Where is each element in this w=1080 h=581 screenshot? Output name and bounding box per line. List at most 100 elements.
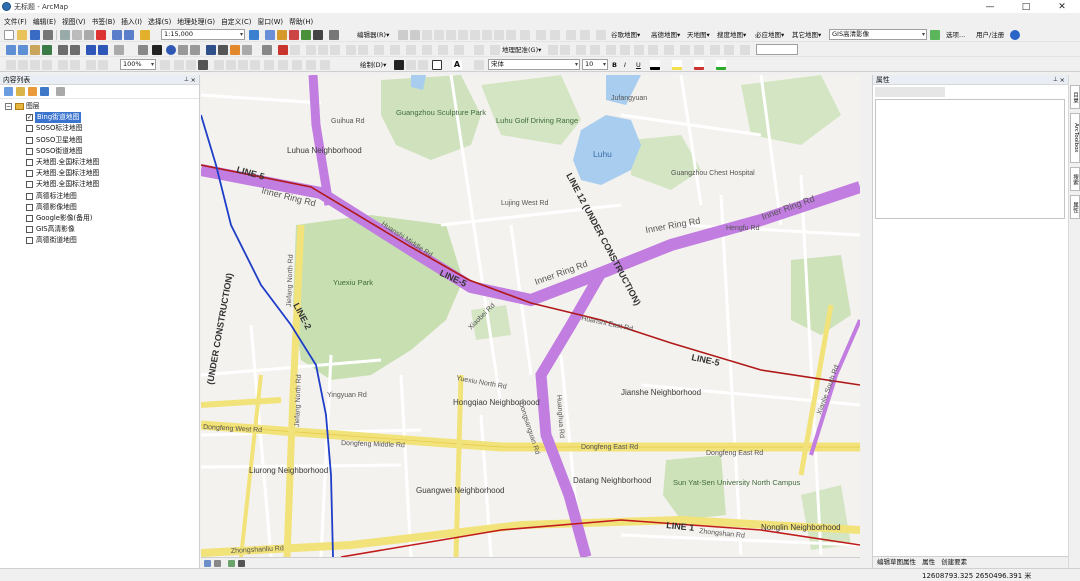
layout-pan2-icon[interactable] <box>18 60 28 70</box>
menu-view[interactable]: 视图(V) <box>62 16 86 26</box>
attributes-icon[interactable] <box>494 30 504 40</box>
info-icon[interactable] <box>1010 30 1020 40</box>
select-features-icon[interactable] <box>114 45 124 55</box>
georef-rotate-icon[interactable] <box>306 45 316 55</box>
viewer-icon[interactable] <box>374 45 384 55</box>
line-color-icon[interactable] <box>694 60 704 70</box>
delete-icon[interactable] <box>96 30 106 40</box>
layer-checkbox[interactable] <box>26 181 33 189</box>
zoom-to-element-icon[interactable] <box>418 60 428 70</box>
layout-rulers-icon[interactable] <box>740 45 750 55</box>
georef-scale-icon[interactable] <box>330 45 340 55</box>
tab-attributes[interactable]: 属性 <box>922 558 935 566</box>
layer-checkbox[interactable] <box>26 237 33 245</box>
menu-windows[interactable]: 窗口(W) <box>257 16 283 26</box>
toggle-draft-icon[interactable] <box>160 60 170 70</box>
trace-icon[interactable] <box>446 30 456 40</box>
add-basemap-icon[interactable] <box>930 30 940 40</box>
print-icon[interactable] <box>43 30 53 40</box>
search-window-icon[interactable] <box>289 30 299 40</box>
layout-back-icon[interactable] <box>86 60 96 70</box>
find-icon[interactable] <box>206 45 216 55</box>
view-link-table-icon[interactable] <box>358 45 368 55</box>
basemap-tianditu-menu[interactable]: 天地图▾ <box>687 30 710 40</box>
reshape-icon[interactable] <box>550 30 560 40</box>
underline-button[interactable]: U <box>636 60 641 70</box>
pause-draw-icon[interactable] <box>238 560 245 567</box>
tab-search[interactable]: 搜索 <box>1070 167 1080 191</box>
page-prev-icon[interactable] <box>226 60 236 70</box>
refresh-icon[interactable] <box>228 560 235 567</box>
basemap-bing-menu[interactable]: 必应地图▾ <box>755 30 784 40</box>
layer-checkbox[interactable] <box>26 214 33 222</box>
tab-catalog[interactable]: 目录 <box>1070 85 1080 109</box>
layer-checkbox[interactable] <box>26 136 33 144</box>
layer-row[interactable]: GIS高清影像 <box>0 224 199 235</box>
georeferencing-menu[interactable]: 地理配准(G)▾ <box>502 45 541 55</box>
sketch-properties-icon[interactable] <box>506 30 516 40</box>
layer-row[interactable]: Google影像(备用) <box>0 213 199 224</box>
basemap-baidu-menu[interactable]: 搜度地图▾ <box>717 30 746 40</box>
layout-zoomwhole-icon[interactable] <box>30 60 40 70</box>
menu-customize[interactable]: 自定义(C) <box>221 16 251 26</box>
collapse-icon[interactable]: − <box>5 103 12 110</box>
back-extent-icon[interactable] <box>86 45 96 55</box>
snapping-icon[interactable] <box>596 30 606 40</box>
tab-sketch-properties[interactable]: 编辑草图属性 <box>877 558 916 566</box>
menu-file[interactable]: 文件(F) <box>4 16 27 26</box>
basemap-other-menu[interactable]: 其它地图▾ <box>792 30 821 40</box>
rotate-element-icon[interactable] <box>406 60 416 70</box>
edit-tool-icon[interactable] <box>398 30 408 40</box>
layout-guides-icon[interactable] <box>710 45 720 55</box>
layout-pan-icon[interactable] <box>590 45 600 55</box>
close-button[interactable]: ✕ <box>1044 0 1080 13</box>
editor-menu[interactable]: 编辑器(R)▾ <box>357 30 389 40</box>
copy-icon[interactable] <box>72 30 82 40</box>
measure-icon[interactable] <box>242 45 252 55</box>
map-canvas[interactable]: Luhua Neighborhood Hongqiao Neighborhood… <box>201 75 860 557</box>
page-last-icon[interactable] <box>250 60 260 70</box>
layout-forward-icon[interactable] <box>98 60 108 70</box>
georef-tool-c-icon[interactable] <box>292 60 302 70</box>
topology-icon[interactable] <box>580 30 590 40</box>
forward-extent-icon[interactable] <box>98 45 108 55</box>
fixed-zoom-out-icon[interactable] <box>70 45 80 55</box>
pin-icon[interactable]: ⊥ <box>184 75 189 85</box>
flip-icon[interactable] <box>422 45 432 55</box>
add-data-icon[interactable] <box>140 30 150 40</box>
focus-frame-icon[interactable] <box>174 60 184 70</box>
select-elements-icon[interactable] <box>152 45 162 55</box>
add-control-points-icon[interactable] <box>346 45 356 55</box>
undo-icon[interactable] <box>112 30 122 40</box>
font-color-icon[interactable] <box>650 60 660 70</box>
rotate-display-icon[interactable] <box>560 45 570 55</box>
layer-checkbox[interactable] <box>26 226 33 234</box>
georef-shift-icon[interactable] <box>318 45 328 55</box>
scale-combo[interactable]: 1:15,000 ▾ <box>161 29 245 40</box>
layer-row[interactable]: 高德影像地图 <box>0 202 199 213</box>
layer-row[interactable]: ✓ Bing街道地图 <box>0 112 199 124</box>
model-builder-icon[interactable] <box>329 30 339 40</box>
layout-next-icon[interactable] <box>648 45 658 55</box>
pan-hand-icon[interactable] <box>30 45 40 55</box>
straight-segment-icon[interactable] <box>422 30 432 40</box>
create-features-icon[interactable] <box>520 30 530 40</box>
layer-checkbox[interactable] <box>26 147 33 155</box>
edit-annotation-icon[interactable] <box>410 30 420 40</box>
zoom-layer-icon[interactable] <box>548 45 558 55</box>
html-popup-icon[interactable] <box>190 45 200 55</box>
layout-focus-icon[interactable] <box>664 45 674 55</box>
font-size-combo[interactable]: 10 ▾ <box>582 59 608 70</box>
layout-tool-icon[interactable] <box>6 60 16 70</box>
layer-checkbox[interactable] <box>26 125 33 133</box>
layout-change-icon[interactable] <box>694 45 704 55</box>
tab-properties[interactable]: 属性 <box>1070 195 1080 219</box>
user-register-button[interactable]: 用户/注册 <box>976 30 1004 40</box>
paste-icon[interactable] <box>84 30 94 40</box>
menu-insert[interactable]: 插入(I) <box>121 16 142 26</box>
italic-button[interactable]: I <box>624 60 626 70</box>
properties-close-icon[interactable]: × <box>1060 75 1065 85</box>
data-driven-pages-icon[interactable] <box>198 60 208 70</box>
select-arrow-icon[interactable] <box>394 60 404 70</box>
minimize-button[interactable]: — <box>972 0 1008 13</box>
